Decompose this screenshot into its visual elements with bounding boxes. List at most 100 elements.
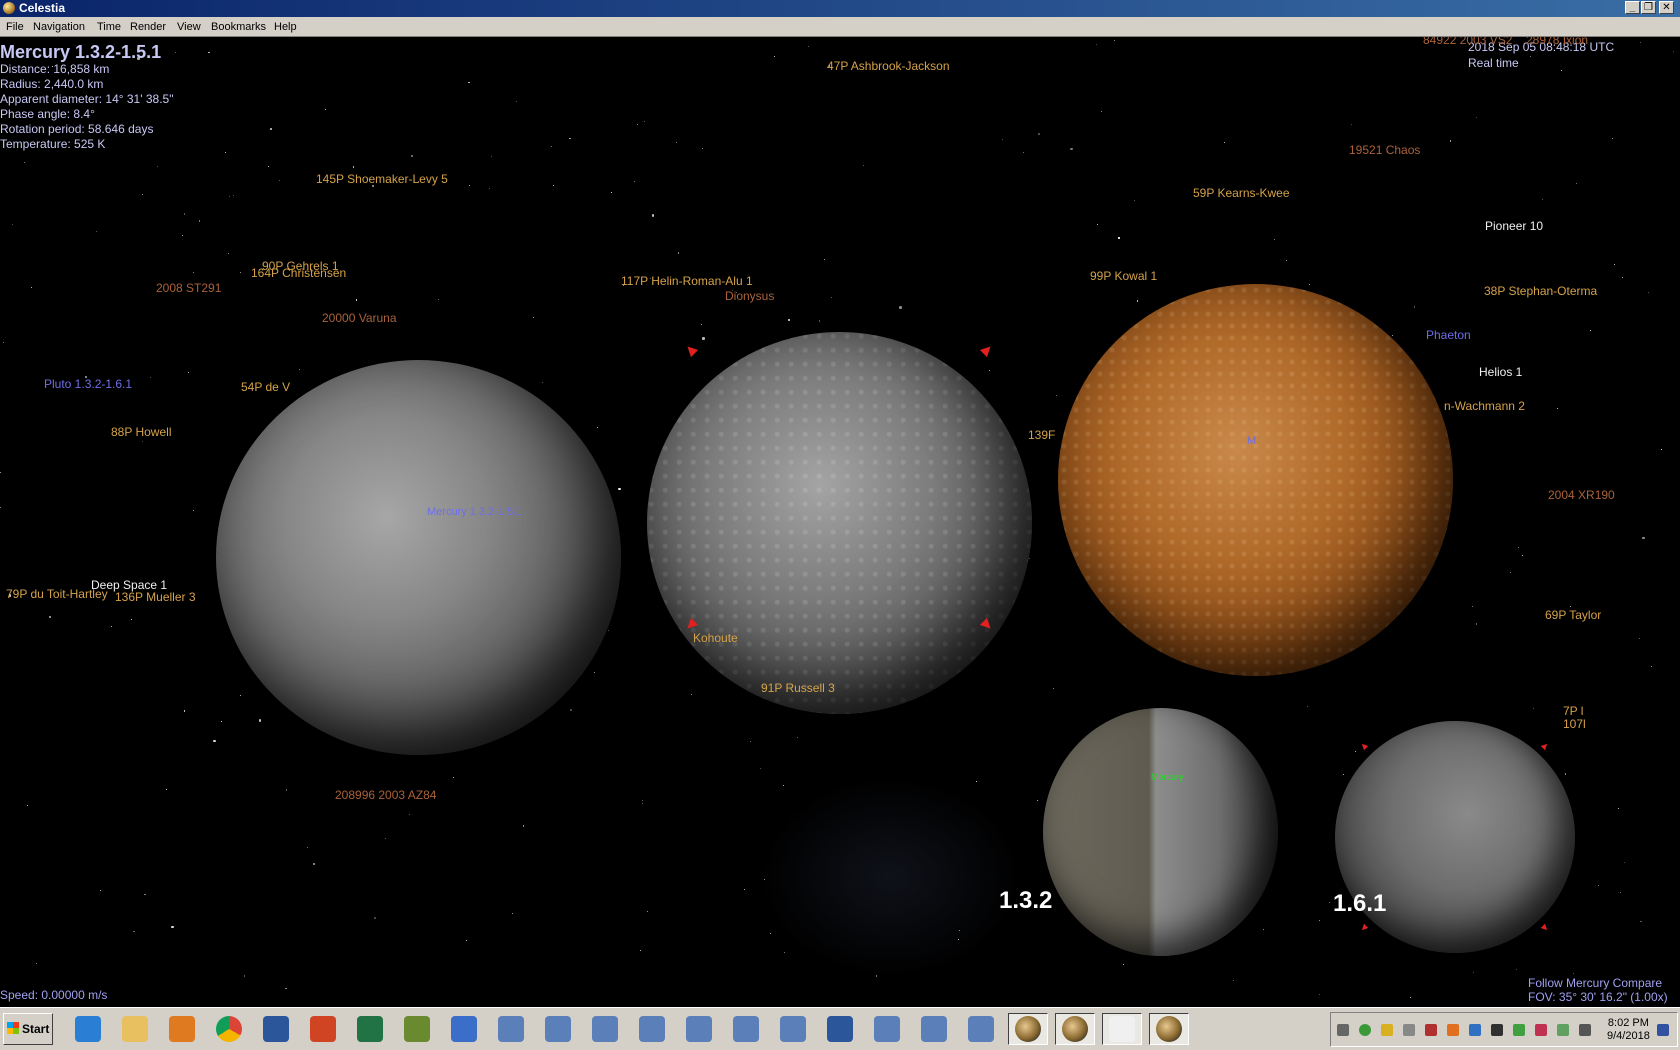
object-label[interactable]: 145P Shoemaker-Levy 5 [316,172,448,186]
object-label[interactable]: 54P de V [241,380,290,394]
app-tray-icon[interactable] [1447,1024,1459,1036]
object-label[interactable]: 28978 Ixion [1526,37,1588,47]
menu-help[interactable]: Help [274,21,297,33]
taskbar-button[interactable] [350,1013,390,1045]
taskbar-button[interactable] [1055,1013,1095,1045]
taskbar-button[interactable] [68,1013,108,1045]
app-tray-icon[interactable] [1557,1024,1569,1036]
star [1037,799,1039,801]
taskbar-button[interactable] [303,1013,343,1045]
object-label[interactable]: 38P Stephan-Oterma [1484,284,1597,298]
object-label[interactable]: 59P Kearns-Kwee [1193,186,1290,200]
star [1096,44,1097,46]
taskbar-button[interactable] [1102,1013,1142,1045]
object-label[interactable]: Kohoute [693,631,738,645]
close-button[interactable]: ✕ [1659,1,1674,14]
taskbar-button[interactable] [961,1013,1001,1045]
app-tray-icon[interactable] [1469,1024,1481,1036]
taskbar-button[interactable] [726,1013,766,1045]
security-icon[interactable] [1425,1024,1437,1036]
network-icon[interactable] [1579,1024,1591,1036]
taskbar-button[interactable] [914,1013,954,1045]
taskbar-button[interactable] [1149,1013,1189,1045]
menu-bookmarks[interactable]: Bookmarks [211,21,266,33]
space-viewport[interactable]: Mercury 1.3.2-1.5.1 Distance: 16,858 km … [0,37,1680,1007]
speed-readout: Speed: 0.00000 m/s [0,988,108,1002]
update-icon[interactable] [1359,1024,1371,1036]
object-label[interactable]: Pioneer 10 [1485,219,1543,233]
object-label[interactable]: 2004 XR190 [1548,488,1615,502]
restore-button[interactable]: ❐ [1641,1,1656,14]
object-label[interactable]: 88P Howell [111,425,171,439]
taskbar-button[interactable] [115,1013,155,1045]
taskbar-button[interactable] [585,1013,625,1045]
object-label[interactable]: Pluto 1.3.2-1.6.1 [44,377,132,391]
menu-navigation[interactable]: Navigation [33,21,85,33]
start-button[interactable]: Start [3,1013,53,1045]
object-label[interactable]: Helios 1 [1479,365,1522,379]
taskbar-button[interactable] [256,1013,296,1045]
object-label[interactable]: 2008 ST291 [156,281,221,295]
menu-time[interactable]: Time [97,21,121,33]
mercury-center-sphere[interactable] [647,332,1032,714]
object-label[interactable]: 79P du Toit-Hartley [6,587,108,601]
app-tray-icon[interactable] [1513,1024,1525,1036]
taskbar-clock[interactable]: 8:02 PM 9/4/2018 [1607,1017,1650,1043]
info-phase-angle: Phase angle: 8.4° [0,107,95,121]
mercury-161-sphere[interactable] [1335,721,1575,953]
taskbar-button[interactable] [867,1013,907,1045]
object-label[interactable]: 164P Christensen [251,266,346,280]
object-label[interactable]: 136P Mueller 3 [115,590,196,604]
star [597,426,598,428]
object-label[interactable]: 69P Taylor [1545,608,1601,622]
minimize-button[interactable]: _ [1625,1,1640,14]
object-label[interactable]: 139F [1028,428,1055,442]
object-label[interactable]: 47P Ashbrook-Jackson [827,59,950,73]
taskbar-button[interactable] [209,1013,249,1045]
taskbar-button[interactable] [773,1013,813,1045]
object-label[interactable]: 20000 Varuna [322,311,397,325]
object-label[interactable]: Mercury [1151,772,1184,782]
mercury-132-sphere[interactable] [1043,708,1278,956]
object-label[interactable]: M [1247,435,1256,447]
star [1001,138,1004,141]
taskbar-button[interactable] [820,1013,860,1045]
object-label[interactable]: 208996 2003 AZ84 [335,788,436,802]
object-label[interactable]: Phaeton [1426,328,1471,342]
app-tray-icon[interactable] [1535,1024,1547,1036]
shield-icon[interactable] [1381,1024,1393,1036]
menu-view[interactable]: View [177,21,201,33]
object-label[interactable]: Mercury 1.3.2-1.5.1 [427,506,522,518]
mercury-orange-sphere[interactable] [1058,284,1453,676]
mercury-left-sphere[interactable] [216,360,621,755]
star [569,708,573,712]
object-label[interactable]: n-Wachmann 2 [1444,399,1525,413]
star [243,975,246,977]
taskbar-button[interactable] [632,1013,672,1045]
star [227,253,229,254]
menu-render[interactable]: Render [130,21,166,33]
object-label[interactable]: 107l [1563,717,1586,731]
taskbar-button[interactable] [397,1013,437,1045]
star [642,803,644,805]
object-label[interactable]: 99P Kowal 1 [1090,269,1157,283]
object-label[interactable]: 91P Russell 3 [761,681,835,695]
object-label[interactable]: 117P Helin-Roman-Alu 1 [621,274,753,288]
object-label[interactable]: 84922 2003 VS2 [1423,37,1512,47]
app-tray-icon[interactable] [1491,1024,1503,1036]
taskbar-button[interactable] [162,1013,202,1045]
star [700,323,702,325]
object-label[interactable]: Dionysus [725,289,774,303]
show-desktop-icon[interactable] [1657,1024,1669,1036]
taskbar-button[interactable] [679,1013,719,1045]
taskbar-button[interactable] [444,1013,484,1045]
flag-icon[interactable] [1337,1024,1349,1036]
taskbar-button[interactable] [1008,1013,1048,1045]
taskbar-button[interactable] [538,1013,578,1045]
menu-file[interactable]: File [6,21,24,33]
taskbar-button[interactable] [491,1013,531,1045]
object-label[interactable]: 19521 Chaos [1349,143,1420,157]
object-label[interactable]: 7P l [1563,704,1583,718]
star [198,220,200,222]
volume-icon[interactable] [1403,1024,1415,1036]
